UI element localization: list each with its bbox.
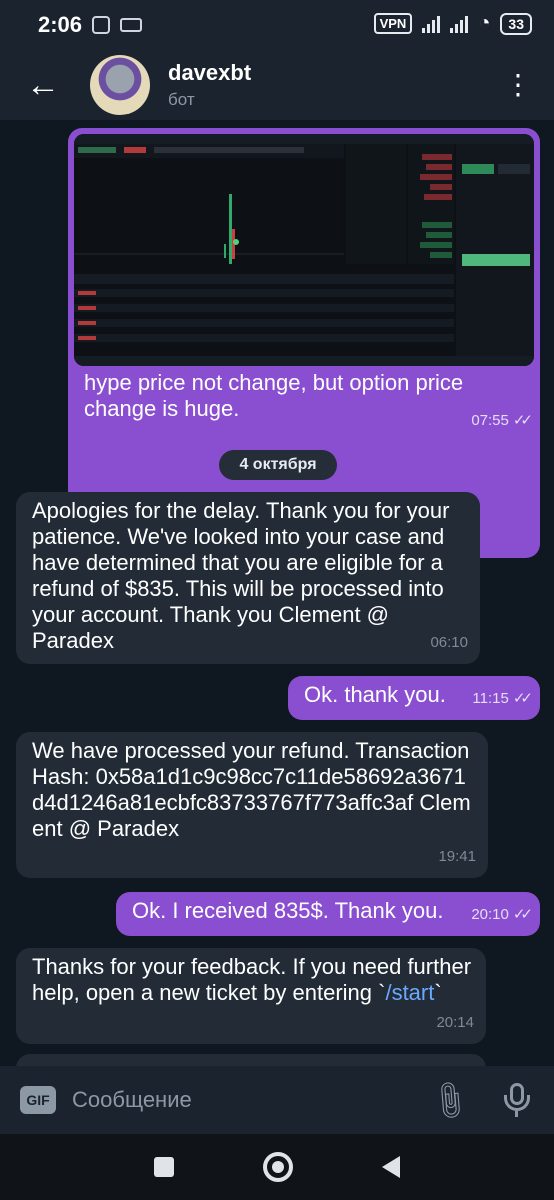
- vpn-badge: VPN: [373, 13, 413, 34]
- message-composer: GIF Сообщение 📎︎: [0, 1066, 554, 1134]
- double-check-icon: ✓✓: [512, 906, 533, 923]
- message-meta: 11:15 ✓✓: [472, 686, 533, 712]
- message-meta: 20:10 ✓✓: [471, 902, 533, 928]
- message-incoming[interactable]: Thanks for your feedback. If you need fu…: [16, 948, 486, 1044]
- double-check-icon: ✓✓: [512, 690, 533, 707]
- message-text: Apologies for the delay. Thank you for y…: [32, 498, 450, 653]
- message-incoming-partial: [16, 1054, 486, 1066]
- screen-icon: [120, 18, 143, 32]
- avatar[interactable]: [90, 55, 150, 115]
- message-incoming[interactable]: We have processed your refund. Transacti…: [16, 732, 488, 878]
- message-text-after-link: `: [434, 980, 442, 1005]
- message-caption: hype price not change, but option price …: [68, 364, 540, 442]
- gif-button[interactable]: GIF: [20, 1086, 56, 1114]
- message-meta: 06:10: [430, 630, 468, 656]
- chat-header: ← davexbt бот ⋮: [0, 50, 554, 120]
- message-meta: 20:14: [436, 1010, 474, 1036]
- arrow-left-icon[interactable]: ←: [26, 66, 66, 105]
- status-bar: 2:06 VPN ◔ 33: [0, 0, 554, 50]
- message-text: Ok. I received 835$. Thank you.: [132, 898, 444, 923]
- message-text: Ok. thank you.: [304, 682, 446, 707]
- message-meta: 19:41: [438, 844, 476, 870]
- chat-subtitle: бот: [168, 90, 195, 109]
- wifi-icon: ◔: [478, 12, 491, 34]
- command-link[interactable]: /start: [385, 980, 434, 1005]
- double-check-icon: ✓✓: [512, 412, 533, 429]
- status-time: 2:06: [38, 12, 83, 37]
- signal-icon-2: [450, 15, 469, 33]
- message-time: 19:41: [438, 848, 476, 865]
- status-icons: VPN ◔ 33: [373, 12, 532, 35]
- paperclip-icon[interactable]: 📎︎: [426, 1076, 474, 1124]
- home-button[interactable]: [262, 1152, 293, 1182]
- back-button[interactable]: [381, 1156, 400, 1178]
- microphone-icon[interactable]: [504, 1083, 530, 1117]
- message-time: 07:55: [471, 412, 509, 429]
- message-time: 20:10: [471, 906, 509, 923]
- trading-chart-graphic: [74, 134, 534, 366]
- message-time: 06:10: [430, 634, 468, 651]
- recents-button[interactable]: [154, 1157, 175, 1177]
- message-text: We have processed your refund. Transacti…: [32, 738, 471, 841]
- message-list[interactable]: hype price not change, but option price …: [0, 120, 554, 1066]
- message-outgoing[interactable]: Ok. I received 835$. Thank you. 20:10 ✓✓: [116, 892, 540, 936]
- signal-icon: [422, 15, 441, 33]
- message-input[interactable]: Сообщение: [72, 1087, 432, 1113]
- message-outgoing[interactable]: Ok. thank you. 11:15 ✓✓: [288, 676, 540, 720]
- trading-screenshot-image[interactable]: [74, 134, 534, 366]
- app-notification-icon: [92, 16, 111, 34]
- more-vertical-icon[interactable]: ⋮: [504, 68, 532, 101]
- message-meta: 07:55 ✓✓: [471, 408, 533, 434]
- message-text: hype price not change, but option price …: [84, 370, 464, 421]
- date-separator: 4 октября: [219, 450, 337, 480]
- system-nav-bar: [0, 1134, 554, 1200]
- chat-title-block[interactable]: davexbt бот: [168, 60, 251, 110]
- message-incoming[interactable]: Apologies for the delay. Thank you for y…: [16, 492, 480, 664]
- chat-name: davexbt: [168, 60, 252, 85]
- battery-icon: 33: [500, 12, 532, 35]
- message-time: 20:14: [436, 1014, 474, 1031]
- message-time: 11:15: [472, 690, 509, 707]
